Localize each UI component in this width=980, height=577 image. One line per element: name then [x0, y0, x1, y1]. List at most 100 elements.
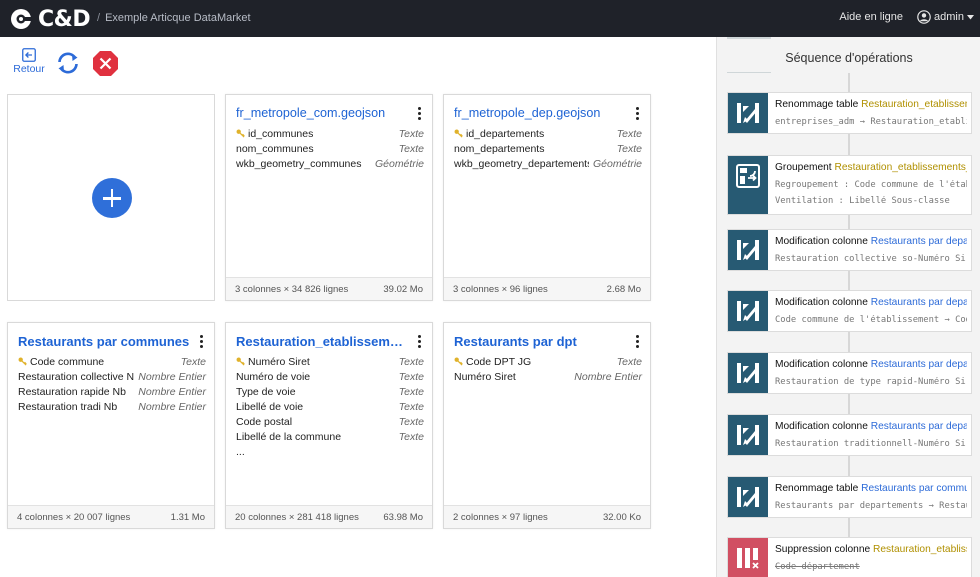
column-type: Texte: [616, 127, 642, 140]
dataset-title[interactable]: Restaurants par communes: [18, 334, 190, 349]
dataset-title[interactable]: Restaurants par dpt: [454, 334, 626, 349]
operation-detail: Ventilation : Libellé Sous-classe: [775, 196, 950, 206]
column-row: Numéro Siret Nombre Entier: [454, 369, 642, 384]
dataset-card-restauration-etablissements[interactable]: Restauration_etablissements_adm Numéro Si…: [225, 322, 433, 529]
dataset-card-fr-metropole-com[interactable]: fr_metropole_com.geojson id_communes Texte…: [225, 94, 433, 301]
operation-item[interactable]: Modification colonne Restaurants par dep…: [727, 414, 972, 456]
column-type: Texte: [398, 385, 424, 398]
operation-item[interactable]: Renommage table Restaurants par communes…: [727, 476, 972, 518]
dataset-size: 39.02 Mo: [383, 283, 423, 295]
column-type: Texte: [398, 415, 424, 428]
column-name: nom_communes: [236, 142, 314, 155]
more-options-icon[interactable]: [415, 334, 423, 350]
column-row: wkb_geometry_communes Géométrie: [236, 156, 424, 171]
more-options-icon[interactable]: [197, 334, 205, 350]
operation-kind: Modification colonne: [775, 297, 868, 308]
cancel-icon[interactable]: [92, 50, 119, 77]
column-row: Restauration collective Nb Nombre Entier: [18, 369, 206, 384]
column-type: Nombre Entier: [574, 370, 642, 383]
dataset-size: 1.31 Mo: [170, 511, 205, 523]
breadcrumb-project[interactable]: Exemple Articque DataMarket: [105, 12, 251, 24]
dataset-title[interactable]: fr_metropole_com.geojson: [236, 106, 408, 120]
user-name: admin: [934, 11, 964, 23]
column-name: Code postal: [236, 415, 293, 428]
add-dataset-button[interactable]: [92, 178, 132, 218]
operation-item[interactable]: Renommage table Restauration_etablisseme…: [727, 92, 972, 134]
operation-title: Renommage table Restauration_etablisseme…: [775, 99, 967, 110]
column-name: Code commune: [18, 356, 177, 368]
column-type: Texte: [398, 355, 424, 368]
operation-item[interactable]: Modification colonne Restaurants par dep…: [727, 229, 972, 271]
operation-detail: Restauration de type rapid-Numéro Siret: [775, 377, 967, 387]
operation-target: Restaurants par departements: [870, 359, 967, 370]
column-row: Code commune Texte: [18, 354, 206, 369]
column-row: Restauration tradi Nb Nombre Entier: [18, 399, 206, 414]
help-link[interactable]: Aide en ligne: [839, 11, 903, 23]
column-row: Restauration rapide Nb Nombre Entier: [18, 384, 206, 399]
back-button[interactable]: Retour: [12, 48, 46, 75]
operation-kind: Modification colonne: [775, 359, 868, 370]
add-dataset-card[interactable]: [7, 94, 215, 301]
dataset-title[interactable]: fr_metropole_dep.geojson: [454, 106, 626, 120]
dataset-dimensions: 20 colonnes × 281 418 lignes: [235, 511, 359, 523]
operation-title: Modification colonne Restaurants par dep…: [775, 359, 967, 370]
column-name: Restauration rapide Nb: [18, 385, 126, 398]
column-row: id_departements Texte: [454, 126, 642, 141]
operation-kind: Suppression colonne: [775, 544, 871, 555]
column-row: Numéro de voie Texte: [236, 369, 424, 384]
operation-title: Modification colonne Restaurants par dep…: [775, 421, 967, 432]
column-type: Texte: [398, 370, 424, 383]
refresh-icon[interactable]: [55, 50, 81, 76]
dataset-size: 2.68 Mo: [606, 283, 641, 295]
dataset-card-restaurants-par-dpt[interactable]: Restaurants par dpt Code DPT JG Texte Numér…: [443, 322, 651, 529]
operations-panel: Séquence d'opérations Renommage table Re…: [716, 37, 980, 577]
dataset-card-restaurants-par-communes[interactable]: Restaurants par communes Code commune Text…: [7, 322, 215, 529]
user-menu[interactable]: admin: [917, 10, 974, 24]
column-row: Libellé de la commune Texte: [236, 429, 424, 444]
operation-item[interactable]: Modification colonne Restaurants par dep…: [727, 290, 972, 332]
operation-kind: Modification colonne: [775, 421, 868, 432]
column-type: Texte: [180, 355, 206, 368]
more-options-icon[interactable]: [415, 106, 423, 122]
panel-divider: [727, 72, 771, 73]
operation-item[interactable]: Groupement Restauration_etablissements_a…: [727, 155, 972, 215]
edit-icon: [728, 353, 768, 393]
more-options-icon[interactable]: [633, 106, 641, 122]
operation-detail: Code département: [775, 562, 860, 572]
more-options-icon[interactable]: [633, 334, 641, 350]
panel-divider: [727, 37, 771, 39]
column-type: Texte: [398, 127, 424, 140]
column-row: ...: [236, 444, 424, 459]
column-list: Numéro Siret Texte Numéro de voie Texte Type…: [236, 354, 424, 459]
column-type: Texte: [398, 400, 424, 413]
key-icon: [18, 357, 27, 366]
column-row: nom_communes Texte: [236, 141, 424, 156]
operation-target: Restaurants par communes: [861, 483, 967, 494]
column-type: Texte: [398, 142, 424, 155]
key-icon: [236, 357, 245, 366]
key-icon: [454, 357, 463, 366]
operation-detail: Restauration collective so-Numéro Siret: [775, 254, 967, 264]
app-logo[interactable]: C&D: [10, 7, 91, 32]
operation-item[interactable]: Modification colonne Restaurants par dep…: [727, 352, 972, 394]
dataset-title[interactable]: Restauration_etablissements_adm: [236, 334, 408, 349]
column-row: Code DPT JG Texte: [454, 354, 642, 369]
column-row: Libellé de voie Texte: [236, 399, 424, 414]
operation-item[interactable]: Suppression colonne Restauration_etablis…: [727, 537, 972, 577]
operation-title: Modification colonne Restaurants par dep…: [775, 236, 967, 247]
card-footer: 2 colonnes × 97 lignes 32.00 Ko: [444, 505, 650, 528]
operation-target: Restaurants par departements: [870, 297, 967, 308]
column-row: Type de voie Texte: [236, 384, 424, 399]
column-type: Texte: [616, 355, 642, 368]
operation-detail: Restaurants par departements → Restauran…: [775, 501, 967, 511]
operation-source: Restauration_etablissements_adm: [834, 162, 967, 173]
column-name: Code DPT JG: [454, 356, 613, 368]
card-footer: 20 colonnes × 281 418 lignes 63.98 Mo: [226, 505, 432, 528]
dataset-card-fr-metropole-dep[interactable]: fr_metropole_dep.geojson id_departements T…: [443, 94, 651, 301]
dataset-size: 32.00 Ko: [602, 511, 641, 523]
dataset-dimensions: 3 colonnes × 96 lignes: [453, 283, 548, 295]
column-name: id_departements: [454, 128, 613, 140]
edit-icon: [728, 291, 768, 331]
column-list: id_departements Texte nom_departements Text…: [454, 126, 642, 171]
dataset-size: 63.98 Mo: [383, 511, 423, 523]
